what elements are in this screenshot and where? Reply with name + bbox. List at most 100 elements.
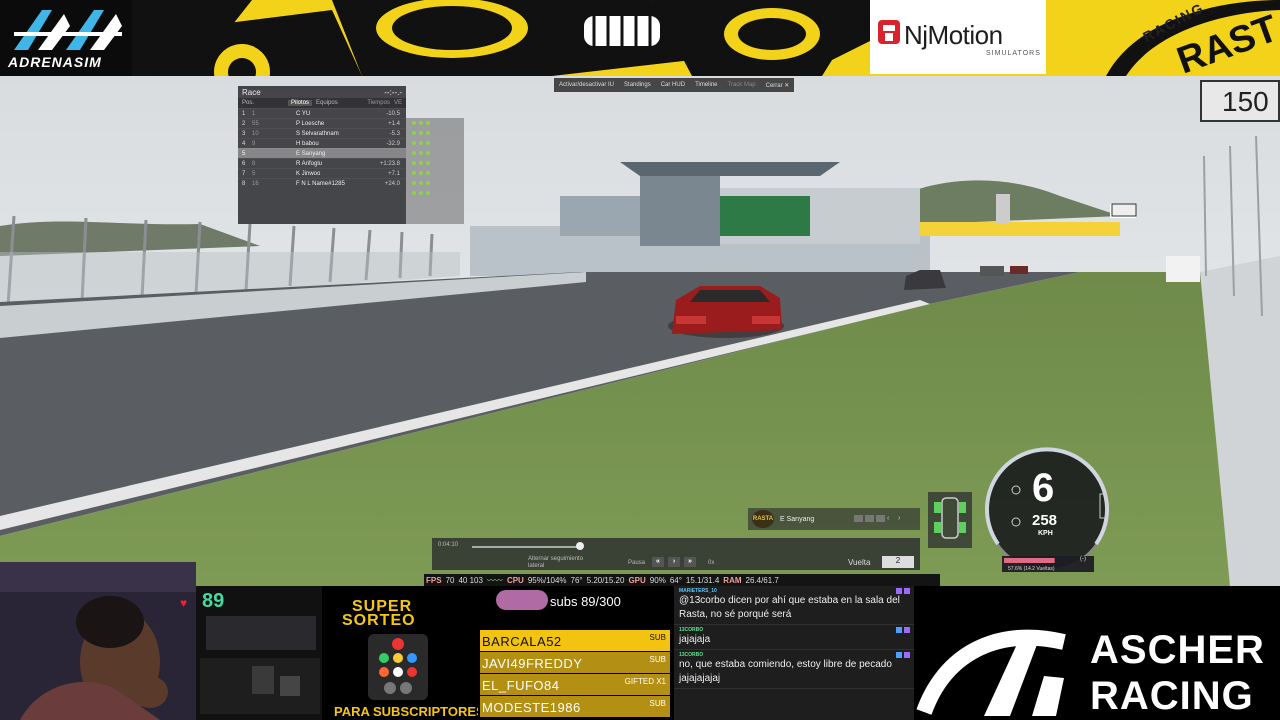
standings-row[interactable]: 75 K Jinwoo +7.1 (238, 168, 406, 178)
game-ui-menu: Activar/desactivar IU Standings Car HUD … (554, 78, 795, 92)
lap-number[interactable]: 2 (882, 556, 914, 568)
standings-col-pos: Pos. (242, 100, 255, 106)
car-status-panel (928, 492, 972, 548)
replay-time: 0:04:10 (438, 542, 459, 548)
menu-timeline[interactable]: Timeline (690, 82, 722, 88)
pause-label: Pausa (628, 560, 646, 566)
gpu-temp: 64° (669, 575, 682, 585)
tachometer-gauge (985, 447, 1109, 572)
row-grid: 5 (252, 170, 256, 177)
row-grid: 8 (252, 160, 256, 167)
chat-text: no, que estaba comiendo, estoy libre de … (679, 659, 892, 684)
car-dashboard: 6 258 KPH (-) 57.6% (14.2 Vueltas) (972, 444, 1122, 578)
rewind-icon[interactable]: « (652, 557, 664, 567)
row-driver: F N L Name#1285 (296, 180, 345, 187)
star-badge-icon (904, 652, 910, 658)
sub-entry: EL_FUFO84 GIFTED X1 (480, 674, 670, 696)
fps-value: 70 (445, 575, 455, 585)
menu-standings[interactable]: Standings (619, 82, 656, 88)
row-gap: +24.0 (384, 180, 400, 187)
row-driver: E Sanyang (296, 150, 326, 157)
row-position: 1 (242, 110, 246, 117)
fps-label: FPS (426, 575, 442, 585)
tab-teams[interactable]: Equipos (316, 100, 338, 106)
ascher-line1: ASCHER (1090, 628, 1265, 672)
ascher-line2: RACING (1090, 674, 1254, 718)
braking-sign: 150 (1200, 80, 1280, 122)
row-driver: S Selvarathnam (296, 130, 339, 137)
sub-name: JAVI49FREDDY (482, 656, 583, 671)
playback-buttons: « › » (652, 556, 712, 568)
menu-track-map[interactable]: Track Map (723, 82, 761, 88)
standings-title: Race (242, 88, 261, 97)
ascher-mark-icon (916, 629, 1066, 716)
chat-text: @13corbo dicen por ahí que estaba en la … (679, 595, 900, 620)
tab-pilots[interactable]: Pilotos (288, 100, 313, 106)
row-grid: 16 (252, 180, 259, 187)
chat-badges (896, 627, 910, 633)
sub-name: EL_FUFO84 (482, 678, 560, 693)
performance-overlay: FPS 70 40 103 〰〰 CPU 95%/104% 76° 5.20/1… (424, 574, 940, 586)
sub-name: MODESTE1986 (482, 700, 581, 715)
webcam-feed (0, 562, 196, 720)
replay-scrubber[interactable] (576, 542, 584, 550)
dash-gap: (-) (1080, 556, 1086, 562)
standings-row[interactable]: 3 10 S Selvarathnam -5.3 (238, 128, 406, 138)
toggle-side-follow[interactable]: Alternar seguimiento lateral (528, 556, 588, 570)
button-box-icon (368, 634, 428, 700)
menu-close[interactable]: Cerrar ✕ (761, 82, 795, 89)
row-position: 3 (242, 130, 246, 137)
standings-row[interactable]: 11 C YU -10.5 (238, 108, 406, 118)
heart-icon: ♥ (180, 596, 188, 610)
row-position: 4 (242, 140, 246, 147)
heart-rate: 89 (202, 590, 225, 612)
row-driver: K Jinwoo (296, 170, 321, 177)
replay-controls: 0:04:10 Alternar seguimiento lateral Pau… (432, 538, 920, 570)
star-badge-icon (904, 627, 910, 633)
cpu-clock: 5.20/15.20 (586, 575, 625, 585)
sub-tag: SUB (649, 699, 666, 708)
sub-badge-icon (896, 588, 902, 594)
njmotion-text: NjMotion (904, 20, 1003, 50)
standings-row[interactable]: 68 R Arifoglu +1:23.8 (238, 158, 406, 168)
sub-tag: SUB (649, 633, 666, 642)
subs-counter: subs 89/300 (550, 594, 621, 609)
chat-badges (896, 588, 910, 594)
vram-value: 15.1/31.4 (685, 575, 720, 585)
njmotion-mark-icon (878, 20, 900, 44)
standings-row[interactable]: 49 H babou -32.9 (238, 138, 406, 148)
promo-line3: PARA SUBSCRIPTORES (334, 704, 485, 719)
menu-toggle-ui[interactable]: Activar/desactivar IU (554, 82, 619, 88)
promo-line2: SORTEO (342, 612, 416, 629)
sub-entry: JAVI49FREDDY SUB (480, 652, 670, 674)
sub-name: BARCALA52 (482, 634, 562, 649)
speed-unit: KPH (1038, 530, 1053, 537)
lap-label: Vuelta (848, 558, 871, 567)
gpu-value: 90% (649, 575, 666, 585)
chat-text: jajajaja (679, 634, 711, 645)
standings-row[interactable]: 2 55 P Loesche +1.4 (238, 118, 406, 128)
cpu-temp: 76° (570, 575, 583, 585)
menu-car-hud[interactable]: Car HUD (656, 82, 690, 88)
sub-tag: SUB (649, 655, 666, 664)
star-badge-icon (904, 588, 910, 594)
standings-col-times[interactable]: Tiempos (367, 100, 390, 106)
chevron-right-icon[interactable]: › (898, 515, 907, 522)
standings-row-focused[interactable]: 5 E Sanyang (238, 148, 406, 158)
row-position: 7 (242, 170, 246, 177)
sub-entry: MODESTE1986 SUB (480, 696, 670, 718)
njmotion-subtext: SIMULATORS (986, 50, 1041, 57)
camera-buttons[interactable]: ‹ › (854, 515, 907, 522)
row-driver: R Arifoglu (296, 160, 323, 167)
row-gap: +1.4 (388, 120, 400, 127)
chevron-left-icon[interactable]: ‹ (887, 515, 896, 522)
turbo-badge-icon (896, 652, 902, 658)
standings-laps: --:--.- (384, 88, 402, 97)
fast-forward-icon[interactable]: » (684, 557, 696, 567)
play-icon[interactable]: › (668, 557, 680, 567)
standings-row[interactable]: 8 16 F N L Name#1285 +24.0 (238, 178, 406, 188)
standings-col-ve: VE (393, 100, 402, 106)
subscriber-panel: subs 89/300 BARCALA52 SUB JAVI49FREDDY SUB… (478, 586, 672, 720)
sub-entry: BARCALA52 SUB (480, 630, 670, 652)
replay-timeline[interactable] (472, 546, 582, 548)
